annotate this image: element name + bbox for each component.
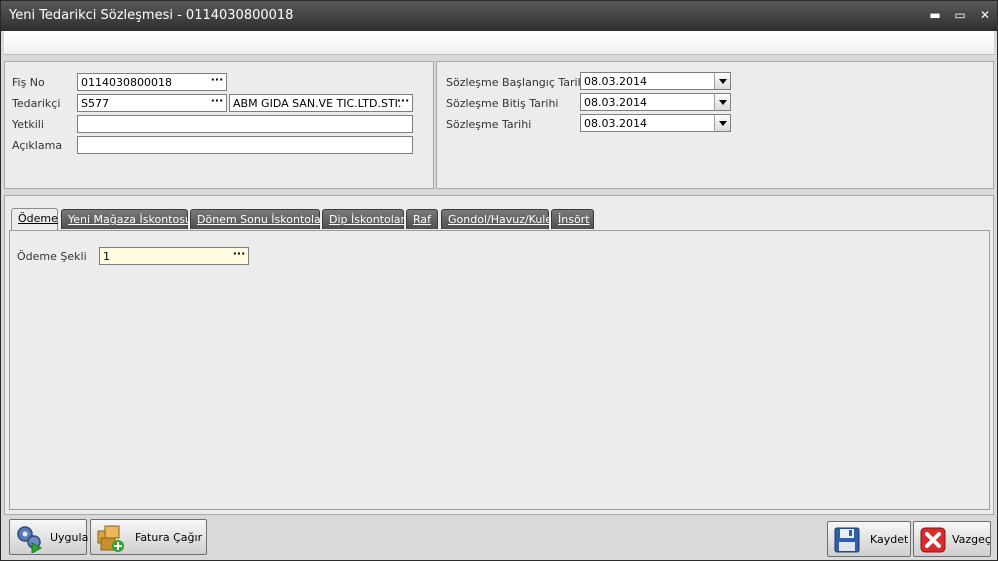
floppy-disk-icon — [834, 527, 860, 553]
odeme-sekli-label: Ödeme Şekli — [17, 250, 87, 263]
baslangic-date-picker[interactable]: 08.03.2014 — [580, 72, 731, 90]
yetkili-field[interactable] — [77, 115, 413, 133]
window-title: Yeni Tedarikci Sözleşmesi - 011403080001… — [9, 8, 294, 23]
tedarikci-lookup-icon[interactable]: ··· — [209, 95, 225, 111]
baslangic-label: Sözleşme Başlangıç Tarihi — [446, 76, 588, 89]
vazgec-button[interactable]: Vazgeç — [913, 521, 991, 557]
uygula-button[interactable]: Uygula — [9, 519, 89, 555]
chevron-down-icon[interactable] — [714, 115, 730, 131]
uygula-label: Uygula — [50, 531, 89, 544]
tab-dip-iskontolar[interactable]: Dip İskontolar — [322, 209, 405, 229]
odeme-sekli-value: 1 — [103, 250, 110, 263]
aciklama-field[interactable] — [77, 136, 413, 154]
sozlesme-tarihi-label: Sözleşme Tarihi — [446, 118, 532, 131]
fis-no-value: 0114030800018 — [81, 76, 172, 89]
odeme-sekli-field[interactable]: 1 ··· — [99, 247, 249, 265]
minimize-button[interactable]: ▬ — [927, 7, 943, 23]
tab-donem-sonu-iskontolari[interactable]: Dönem Sonu İskontoları — [190, 209, 328, 229]
header-right-panel: Sözleşme Başlangıç Tarihi 08.03.2014 Söz… — [436, 61, 994, 189]
fis-no-field[interactable]: 0114030800018 ··· — [77, 73, 227, 91]
header-left-panel: Fiş No 0114030800018 ··· Tedarikçi S577 … — [4, 61, 434, 189]
kaydet-button[interactable]: Kaydet — [827, 521, 911, 557]
maximize-button[interactable]: ▭ — [952, 7, 968, 23]
tedarikci-name-value: ABM GIDA SAN.VE TIC.LTD.STI. — [233, 97, 402, 110]
tedarikci-label: Tedarikçi — [12, 97, 61, 110]
bitis-value: 08.03.2014 — [584, 96, 647, 109]
tab-odeme[interactable]: Ödeme — [11, 208, 58, 230]
fis-no-lookup-icon[interactable]: ··· — [209, 74, 225, 90]
kaydet-label: Kaydet — [870, 533, 909, 546]
yetkili-label: Yetkili — [12, 118, 44, 131]
chevron-down-icon[interactable] — [714, 73, 730, 89]
vazgec-label: Vazgeç — [952, 533, 991, 546]
tab-gondol-havuz-kule[interactable]: Gondol/Havuz/Kule — [441, 209, 552, 229]
red-x-icon — [920, 527, 946, 553]
fatura-cagir-label: Fatura Çağır — [135, 531, 203, 544]
tab-insort[interactable]: İnsört — [551, 209, 594, 229]
sozlesme-tarihi-date-picker[interactable]: 08.03.2014 — [580, 114, 731, 132]
tab-raf[interactable]: Raf — [406, 209, 438, 229]
toolbar-strip — [4, 31, 994, 55]
sozlesme-tarihi-value: 08.03.2014 — [584, 117, 647, 130]
gears-play-icon — [17, 526, 43, 553]
fatura-cagir-button[interactable]: Fatura Çağır — [90, 519, 207, 555]
bitis-date-picker[interactable]: 08.03.2014 — [580, 93, 731, 111]
fis-no-label: Fiş No — [12, 76, 45, 89]
bitis-label: Sözleşme Bitiş Tarihi — [446, 97, 559, 110]
tedarikci-code-field[interactable]: S577 ··· — [77, 94, 227, 112]
baslangic-value: 08.03.2014 — [584, 75, 647, 88]
aciklama-label: Açıklama — [12, 139, 63, 152]
tedarikci-code-value: S577 — [81, 97, 109, 110]
close-button[interactable]: ✕ — [977, 7, 993, 23]
tedarikci-name-field[interactable]: ABM GIDA SAN.VE TIC.LTD.STI. ··· — [229, 94, 413, 112]
odeme-sekli-lookup-icon[interactable]: ··· — [231, 248, 247, 264]
boxes-add-icon — [97, 525, 124, 552]
title-bar: Yeni Tedarikci Sözleşmesi - 011403080001… — [1, 1, 997, 31]
tedarikci-name-lookup-icon[interactable]: ··· — [395, 95, 411, 111]
contract-window: Yeni Tedarikci Sözleşmesi - 011403080001… — [0, 0, 998, 561]
odeme-tab-panel: Ödeme Şekli 1 ··· — [9, 230, 990, 510]
tab-yeni-magaza-iskontosu[interactable]: Yeni Mağaza İskontosu — [61, 209, 192, 229]
chevron-down-icon[interactable] — [714, 94, 730, 110]
